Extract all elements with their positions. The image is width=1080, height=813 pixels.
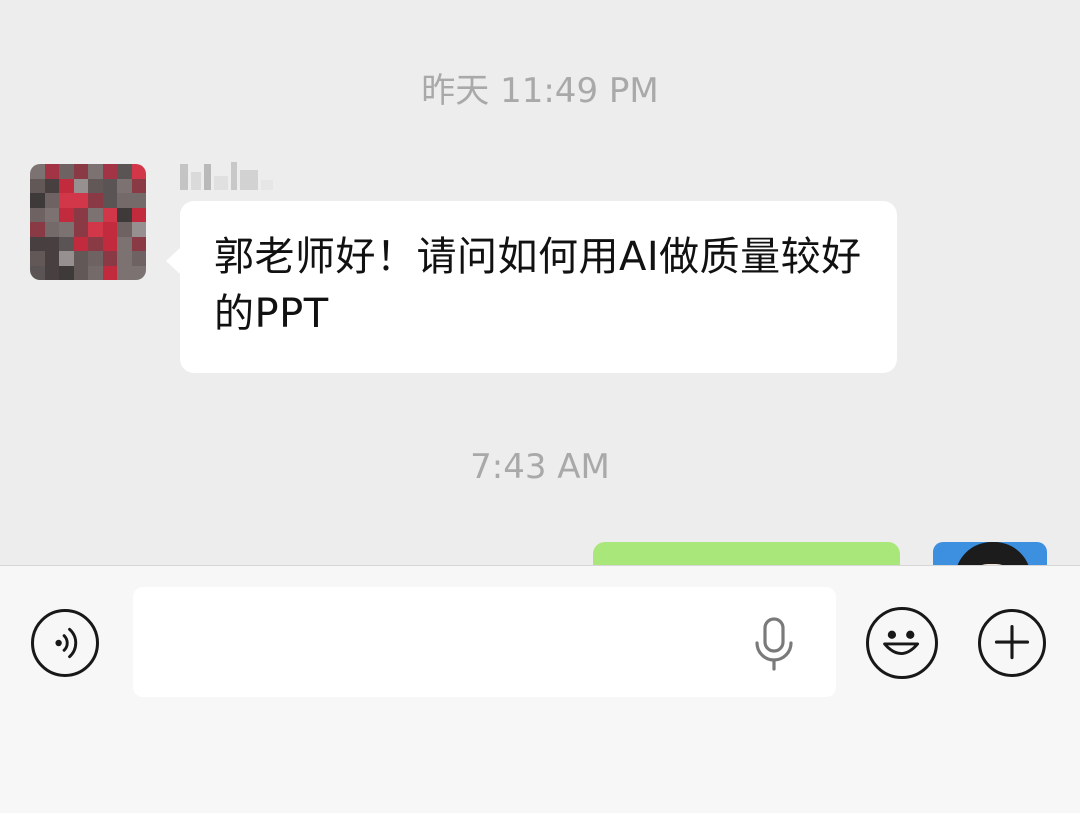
outgoing-message-bubble[interactable]	[593, 542, 900, 565]
incoming-message-bubble[interactable]: 郭老师好！请问如何用AI做质量较好的PPT	[166, 201, 897, 373]
voice-mode-icon	[55, 627, 78, 659]
timestamp: 7:43 AM	[470, 447, 610, 487]
microphone-icon[interactable]	[752, 616, 796, 672]
voice-mode-button[interactable]	[31, 609, 99, 677]
emoji-icon	[883, 630, 920, 655]
chat-message-list[interactable]: 昨天 11:49 PM 郭老师好！请问如何用AI做质量较好的PPT 7:43 A…	[0, 0, 1080, 565]
chat-input-bar	[0, 565, 1080, 813]
sender-name	[180, 158, 280, 190]
more-actions-button[interactable]	[978, 609, 1046, 677]
contact-avatar[interactable]	[30, 164, 146, 280]
own-avatar[interactable]	[933, 542, 1047, 565]
emoji-button[interactable]	[866, 607, 938, 679]
plus-icon	[994, 625, 1030, 660]
message-text: 郭老师好！请问如何用AI做质量较好的PPT	[214, 234, 862, 337]
message-input[interactable]	[133, 587, 836, 697]
timestamp: 昨天 11:49 PM	[421, 71, 659, 111]
